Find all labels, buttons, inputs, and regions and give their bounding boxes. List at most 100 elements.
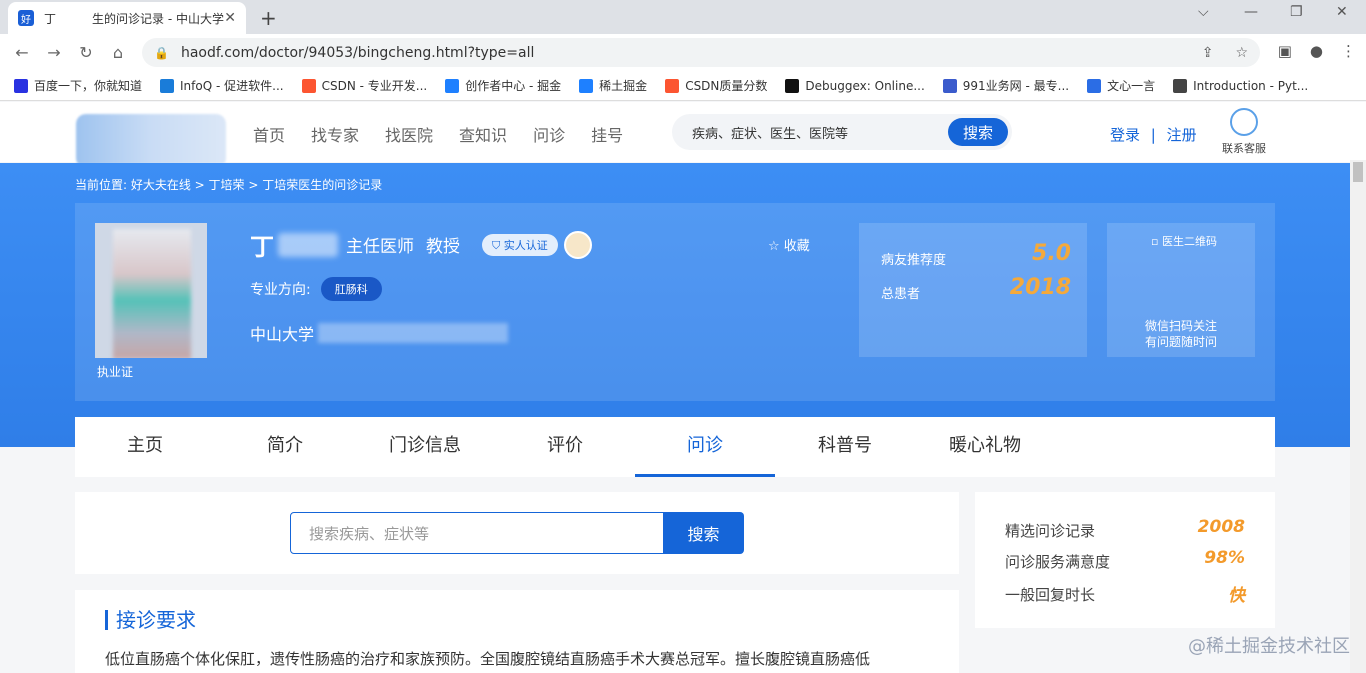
customer-service[interactable]: 联系客服 [1218,108,1270,156]
specialty-tag[interactable]: 肛肠科 [320,277,382,301]
restore-button[interactable]: ❐ [1290,4,1303,20]
home-icon[interactable]: ⌂ [102,43,134,62]
doctor-card: 执业证 丁 主任医师 教授 ⛉ 实人认证 专业方向: 肛肠科 中山大学 ☆ 收藏… [75,203,1275,401]
tab-close-icon[interactable]: ✕ [224,10,236,26]
tab-search-icon[interactable]: ⌵ [1198,4,1209,20]
python-icon [1173,78,1188,93]
name-mask [278,232,338,257]
reload-icon[interactable]: ↻ [70,43,102,62]
consult-search-button[interactable]: 搜索 [663,512,744,554]
bookmark-label: 文心一言 [1107,79,1156,93]
stat-label: 问诊服务满意度 [1005,553,1111,571]
menu-icon[interactable]: ⋮ [1341,42,1356,60]
hospital-name[interactable]: 中山大学 [250,321,314,345]
bookmark-label: 百度一下，你就知道 [34,79,143,93]
sidebar-icon[interactable]: ▣ [1278,42,1292,60]
csdn-icon [301,78,316,93]
browser-tab-strip: 好 丁 生的问诊记录 - 中山大学 ✕ + ⌵ — ❐ ✕ [0,0,1366,34]
back-icon[interactable]: ← [6,43,38,62]
share-icon[interactable]: ⇪ [1202,45,1214,61]
profile-icon[interactable]: ● [1310,42,1323,60]
favorite-button[interactable]: ☆ 收藏 [768,235,810,254]
tab-intro[interactable]: 简介 [215,417,355,477]
nav-consult[interactable]: 问诊 [533,122,565,146]
main-nav: 首页 找专家 找医院 查知识 问诊 挂号 [253,122,649,146]
consult-search-input[interactable]: 搜索疾病、症状等 [290,512,664,554]
url-text: haodf.com/doctor/94053/bingcheng.html?ty… [180,44,535,61]
nav-find-hospital[interactable]: 找医院 [385,122,433,146]
stat-value: 2008 [1197,517,1245,537]
qr-code-box: ▫ 医生二维码 微信扫码关注 有问题随时问 [1107,223,1255,357]
browser-tab[interactable]: 好 丁 生的问诊记录 - 中山大学 ✕ [8,2,246,34]
page-scrollbar[interactable] [1350,160,1366,673]
doctor-surname: 丁 [250,233,274,261]
bookmark-item[interactable]: Introduction - Pyt... [1173,78,1309,93]
specialty-row: 专业方向: 肛肠科 [250,277,382,301]
bookmark-item[interactable]: InfoQ - 促进软件... [160,77,284,94]
tab-gifts[interactable]: 暖心礼物 [915,417,1055,477]
bookmark-item[interactable]: 991业务网 - 最专... [942,77,1069,94]
bookmark-label: InfoQ - 促进软件... [180,79,284,93]
wenxin-icon [1087,78,1102,93]
bookmarks-bar: 百度一下，你就知道 InfoQ - 促进软件... CSDN - 专业开发... 创作… [0,71,1366,101]
login-link[interactable]: 登录 [1110,126,1140,144]
nav-register[interactable]: 挂号 [591,122,623,146]
nav-knowledge[interactable]: 查知识 [459,122,507,146]
stat-row: 问诊服务满意度 98% [1005,548,1245,572]
bookmark-item[interactable]: Debuggex: Online... [785,78,925,93]
recommend-label: 病友推荐度 [881,253,947,268]
requirements-heading: 接诊要求 [105,610,196,630]
url-field[interactable]: 🔒 haodf.com/doctor/94053/bingcheng.html?… [142,38,1260,67]
verified-label: 实人认证 [503,238,548,252]
site-search-button[interactable]: 搜索 [948,118,1008,146]
tab-reviews[interactable]: 评价 [495,417,635,477]
doctor-title: 主任医师 [346,237,414,257]
tab-clinic[interactable]: 门诊信息 [355,417,495,477]
tab-science[interactable]: 科普号 [775,417,915,477]
register-link[interactable]: 注册 [1167,126,1197,144]
lock-icon[interactable]: 🔒 [154,46,169,60]
bookmark-label: Debuggex: Online... [805,78,925,93]
site-logo[interactable] [76,114,226,168]
tab-home[interactable]: 主页 [75,417,215,477]
recommend-row: 病友推荐度 5.0 [881,241,1071,268]
bookmark-item[interactable]: 稀土掘金 [579,77,647,94]
close-window-button[interactable]: ✕ [1336,4,1348,20]
site-search[interactable]: 疾病、症状、医生、医院等 搜索 [672,114,1012,150]
verified-badge: ⛉ 实人认证 [482,233,558,256]
infoq-icon [160,78,175,93]
nav-find-expert[interactable]: 找专家 [311,122,359,146]
bookmark-item[interactable]: 文心一言 [1087,77,1155,94]
stat-label: 精选问诊记录 [1005,522,1096,540]
bookmark-label: Introduction - Pyt... [1193,78,1309,93]
bookmark-star-icon[interactable]: ☆ [1235,45,1248,61]
baidu-icon [14,78,28,93]
bookmark-item[interactable]: CSDN - 专业开发... [301,77,427,94]
forward-icon[interactable]: → [38,43,70,62]
consult-search-panel: 搜索疾病、症状等 搜索 [75,492,959,574]
doctor-tabs: 主页 简介 门诊信息 评价 问诊 科普号 暖心礼物 [75,417,1275,477]
991-icon [942,78,957,93]
bookmark-label: CSDN质量分数 [685,79,768,93]
patients-label: 总患者 [881,287,921,302]
watermark: @稀土掘金技术社区 [1188,636,1350,657]
bookmark-item[interactable]: CSDN质量分数 [665,77,767,94]
new-tab-button[interactable]: + [260,6,277,30]
scrollbar-thumb[interactable] [1353,162,1363,182]
recommend-value: 5.0 [1032,241,1071,266]
bookmark-item[interactable]: 百度一下，你就知道 [14,77,142,94]
requirements-text: 低位直肠癌个体化保肛，遗传性肠癌的治疗和家族预防。全国腹腔镜结直肠癌手术大赛总冠… [105,650,871,668]
haodf-favicon-icon: 好 [18,10,34,26]
csdn-icon [665,78,680,93]
license-label: 执业证 [97,365,134,379]
breadcrumb: 当前位置: 好大夫在线 > 丁培荣 > 丁培荣医生的问诊记录 [75,178,383,192]
specialty-label: 专业方向: [250,282,311,298]
patients-row: 总患者 2018 [881,275,1071,302]
bookmark-item[interactable]: 创作者中心 - 掘金 [445,77,561,94]
auth-links: 登录 | 注册 [1110,124,1197,145]
hospital-row: 中山大学 [250,321,509,345]
minimize-button[interactable]: — [1244,4,1258,20]
tab-consult[interactable]: 问诊 [635,417,775,477]
nav-home[interactable]: 首页 [253,122,285,146]
site-search-input[interactable]: 疾病、症状、医生、医院等 [692,123,848,142]
